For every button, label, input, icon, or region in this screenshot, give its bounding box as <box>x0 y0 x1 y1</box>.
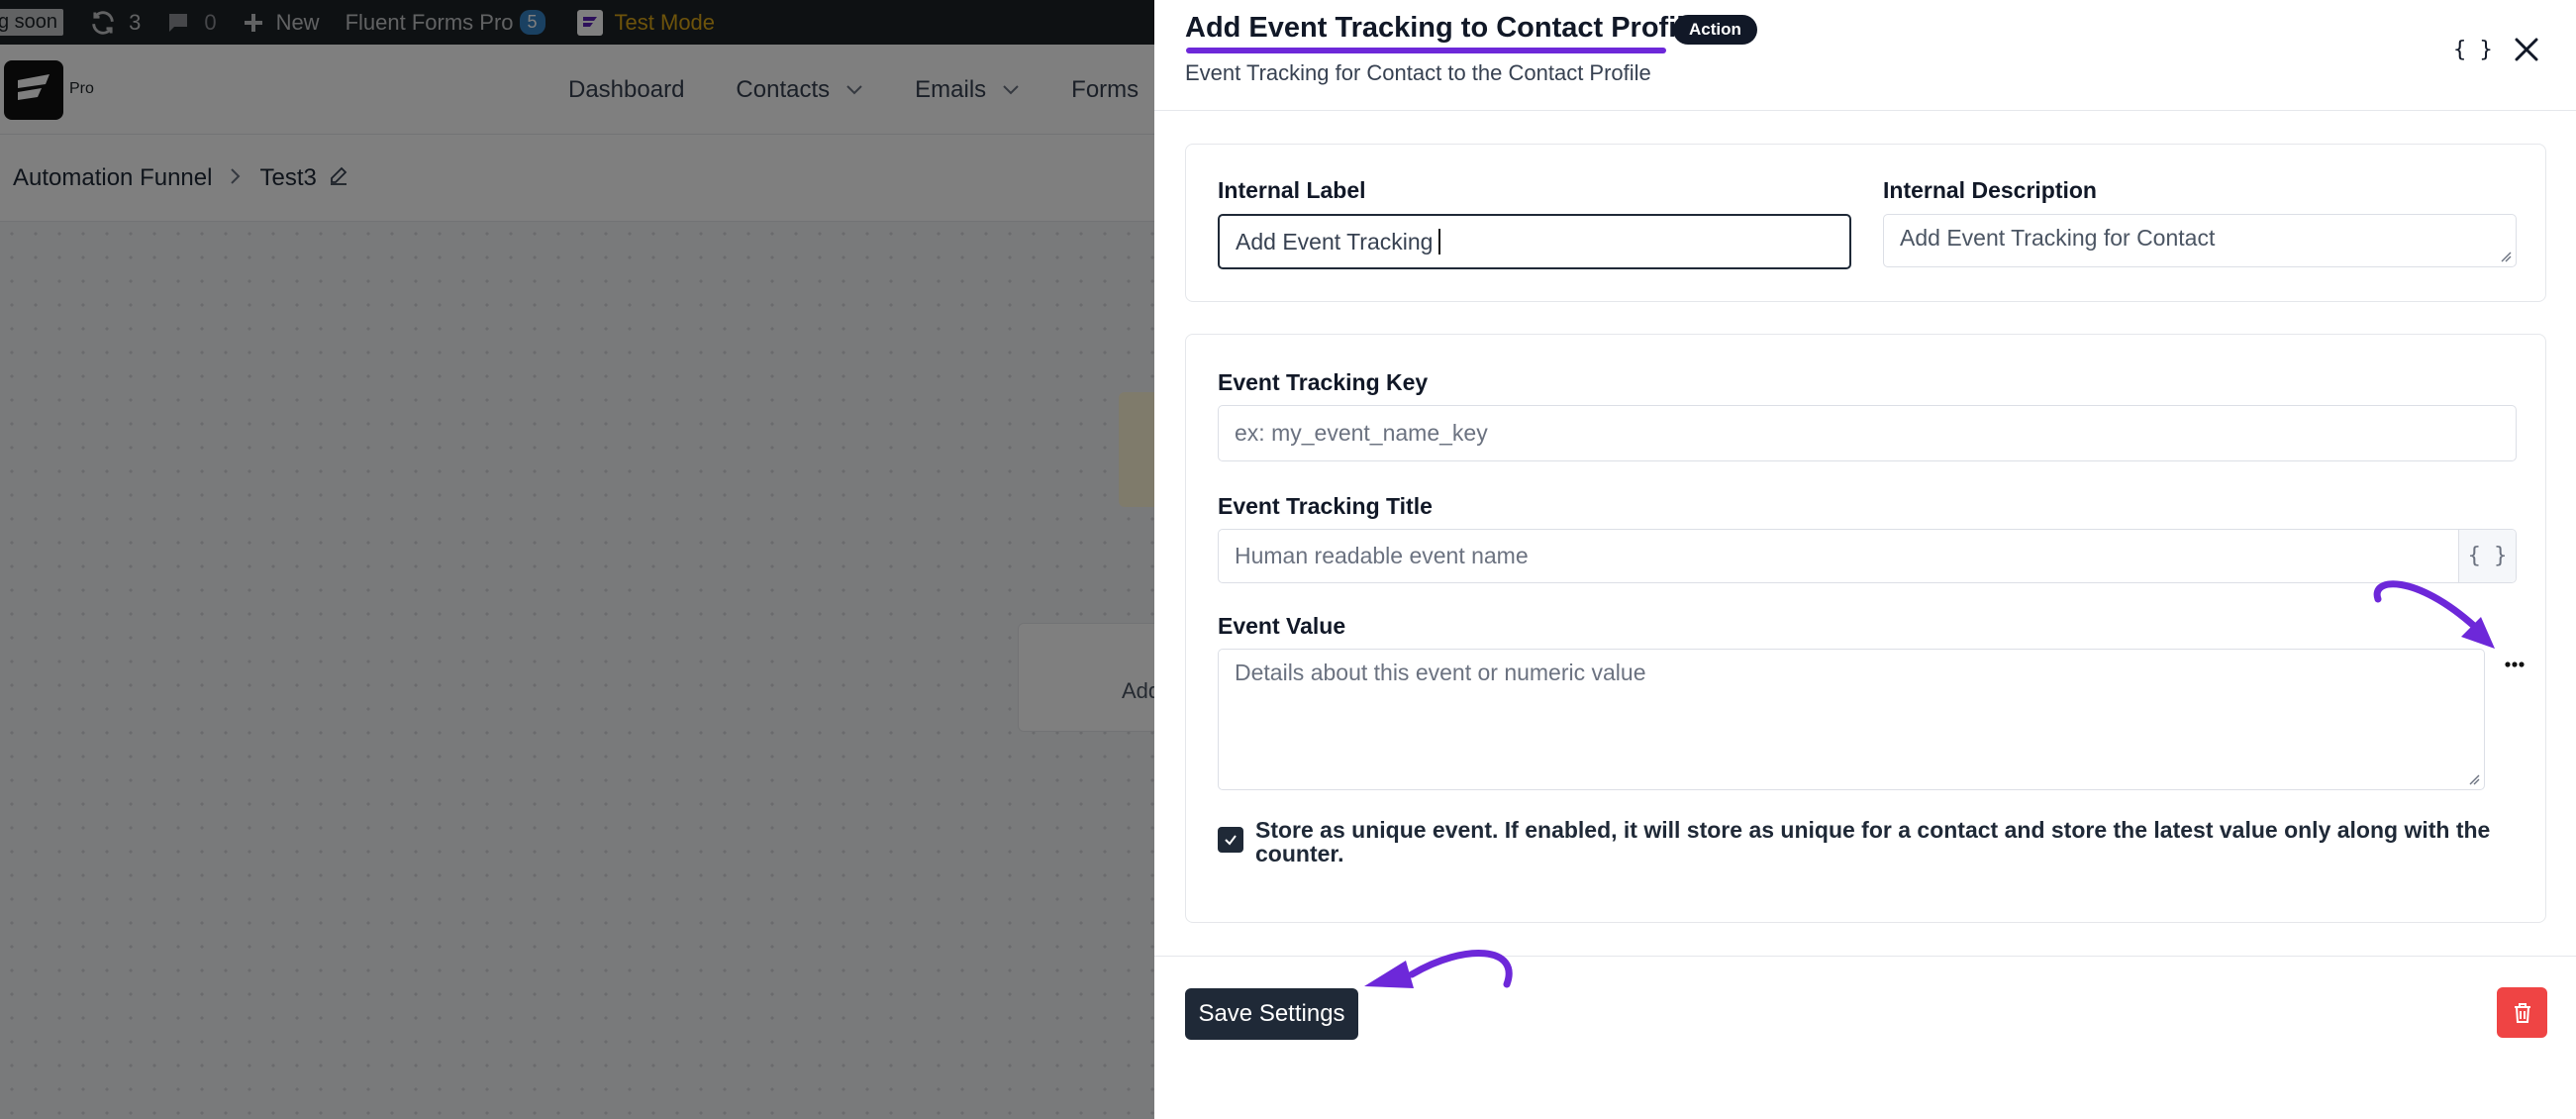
resize-handle-icon[interactable] <box>2468 773 2480 785</box>
event-value-textarea[interactable]: Details about this event or numeric valu… <box>1218 649 2485 790</box>
footer-divider <box>1154 956 2576 957</box>
text-cursor <box>1438 229 1441 254</box>
event-title-input[interactable]: Human readable event name { } <box>1218 529 2517 583</box>
event-tracking-card: Event Tracking Key ex: my_event_name_key… <box>1185 334 2546 923</box>
internal-label-title: Internal Label <box>1218 177 1366 203</box>
internal-label-input[interactable]: Add Event Tracking <box>1218 214 1851 269</box>
action-settings-drawer: Add Event Tracking to Contact Profile Ac… <box>1154 0 2576 1119</box>
unique-event-checkbox[interactable] <box>1218 827 1243 853</box>
close-icon[interactable] <box>2511 34 2542 65</box>
drawer-header: Add Event Tracking to Contact Profile Ac… <box>1154 0 2576 111</box>
delete-button[interactable] <box>2497 987 2547 1038</box>
checkmark-icon <box>1225 835 1237 846</box>
annotation-underline <box>1186 48 1666 53</box>
internal-description-textarea[interactable]: Add Event Tracking for Contact <box>1883 214 2517 267</box>
resize-handle-icon[interactable] <box>2500 251 2512 262</box>
more-options-icon[interactable] <box>2500 655 2529 674</box>
save-settings-button[interactable]: Save Settings <box>1185 988 1358 1040</box>
event-title-label: Event Tracking Title <box>1218 493 1433 519</box>
action-badge: Action <box>1673 15 1757 45</box>
event-key-input[interactable]: ex: my_event_name_key <box>1218 405 2517 461</box>
unique-event-label[interactable]: Store as unique event. If enabled, it wi… <box>1255 818 2503 865</box>
drawer-title: Add Event Tracking to Contact Profile <box>1185 12 1701 44</box>
event-key-label: Event Tracking Key <box>1218 369 1429 395</box>
drawer-subtitle: Event Tracking for Contact to the Contac… <box>1185 60 1651 85</box>
code-braces-button[interactable]: { } <box>2453 38 2493 62</box>
event-value-label: Event Value <box>1218 613 1346 639</box>
internal-description-title: Internal Description <box>1883 177 2097 203</box>
trash-icon <box>2514 1002 2530 1023</box>
internal-settings-card: Internal Label Add Event Tracking Intern… <box>1185 144 2546 302</box>
smartcode-button[interactable]: { } <box>2458 530 2516 582</box>
